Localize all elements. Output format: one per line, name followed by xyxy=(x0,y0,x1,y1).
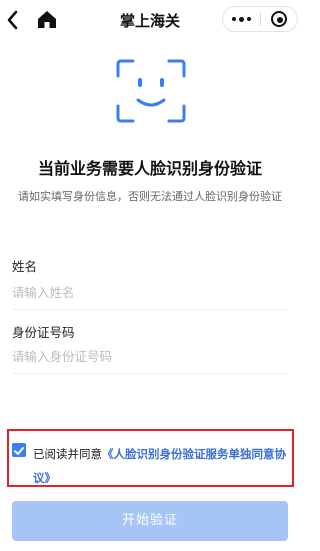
target-close-icon[interactable] xyxy=(261,7,298,31)
home-icon[interactable] xyxy=(36,8,58,30)
checkmark-icon xyxy=(14,447,24,455)
name-divider xyxy=(12,309,288,310)
back-icon[interactable] xyxy=(4,8,24,32)
page-heading: 当前业务需要人脸识别身份验证 xyxy=(37,159,262,178)
mini-program-capsule xyxy=(222,6,298,32)
navigation-bar: 掌上海关 xyxy=(0,0,300,40)
id-number-divider xyxy=(12,373,288,374)
id-number-label: 身份证号码 xyxy=(12,325,75,340)
id-number-input[interactable] xyxy=(12,345,288,367)
instruction-text: 请如实填写身份信息，否则无法通过人脸识别身份验证 xyxy=(18,190,282,203)
face-scan-icon xyxy=(115,58,187,124)
name-input[interactable] xyxy=(12,281,288,303)
agreement-checkbox[interactable] xyxy=(12,443,26,457)
more-dots-icon[interactable] xyxy=(223,7,260,31)
name-label: 姓名 xyxy=(12,259,38,274)
agreement-prefix: 已阅读并同意 xyxy=(33,447,102,461)
agreement-text: 已阅读并同意《人脸识别身份验证服务单独同意协议》 xyxy=(33,442,287,490)
start-verification-button[interactable]: 开始验证 xyxy=(12,501,288,541)
